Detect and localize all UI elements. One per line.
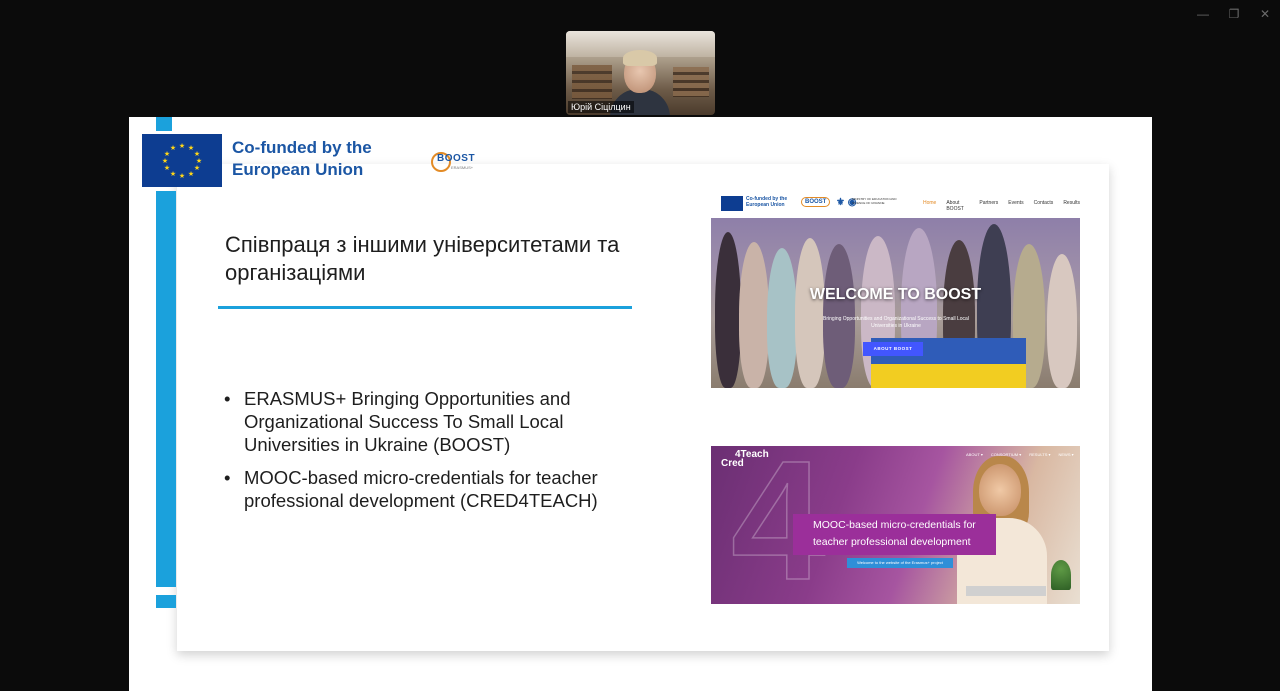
banner-line: teacher professional development	[813, 536, 971, 548]
ukraine-flag-yellow	[871, 364, 1026, 388]
cred4teach-logo: 4Teach Cred	[721, 450, 769, 469]
bullet-item: • ERASMUS+ Bringing Opportunities and Org…	[224, 387, 619, 456]
maximize-button[interactable]: ❐	[1223, 6, 1245, 22]
svg-text:★: ★	[188, 170, 194, 178]
minimize-button[interactable]: —	[1192, 6, 1214, 22]
eu-stars-icon: ★ ★★ ★★★ ★★★ ★★★	[162, 142, 202, 180]
slide-accent-bar-bottom	[156, 595, 176, 608]
bullet-text: ERASMUS+ Bringing Opportunities and Orga…	[244, 388, 571, 455]
menu-item: Contacts	[1033, 200, 1054, 206]
svg-text:★: ★	[170, 144, 176, 152]
logo-line: Cred	[721, 458, 744, 469]
photo-plant	[1051, 560, 1071, 590]
boost-hero-title: WELCOME TO BOOST	[809, 286, 982, 303]
menu-item: Home	[923, 200, 937, 206]
menu-item: Events	[1008, 200, 1024, 206]
ministry-logo-text: MINISTRY OF EDUCATION AND SCIENCE OF UKR…	[852, 197, 897, 205]
svg-text:★: ★	[164, 164, 170, 172]
menu-item: ABOUT ▾	[966, 452, 983, 457]
group-photo-person	[795, 238, 825, 388]
title-underline	[218, 306, 632, 309]
boost-logo-word: BOOST	[437, 153, 476, 164]
cred-site-menu: ABOUT ▾ CONSORTIUM ▾ RESULTS ▾ NEWS ▾	[966, 452, 1074, 457]
boost-site-navbar: Co-funded by the European Union BOOST ⚜ …	[711, 188, 1080, 218]
svg-text:★: ★	[179, 142, 185, 150]
boost-website-screenshot: Co-funded by the European Union BOOST ⚜ …	[711, 188, 1080, 388]
bullet-list: • ERASMUS+ Bringing Opportunities and Org…	[224, 387, 619, 522]
group-photo-person	[767, 248, 797, 388]
svg-text:★: ★	[194, 164, 200, 172]
menu-item: Partners	[979, 200, 999, 206]
bullet-icon: •	[224, 467, 231, 488]
boost-logo-sub: ERASMUS+	[451, 165, 474, 170]
svg-text:★: ★	[170, 170, 176, 178]
cred-welcome-button: Welcome to the website of the Erasmus+ p…	[847, 558, 953, 568]
eu-flag-logo	[721, 196, 743, 211]
banner-line: MOOC-based micro-credentials for	[813, 519, 976, 531]
video-background-shelf	[673, 67, 709, 97]
bullet-item: • MOOC-based micro-credentials for teache…	[224, 466, 619, 512]
cred-hero-banner: MOOC-based micro-credentials for teacher…	[793, 514, 996, 555]
video-background-shelf	[572, 65, 612, 99]
photo-woman-face	[979, 464, 1021, 516]
bullet-icon: •	[224, 388, 231, 409]
menu-item: RESULTS ▾	[1029, 452, 1051, 457]
svg-text:★: ★	[179, 172, 185, 180]
participant-name: Юрій Сіцілцин	[568, 101, 634, 113]
menu-item: About BOOST	[946, 200, 964, 212]
participant-video-tile[interactable]: Юрій Сіцілцин	[566, 31, 715, 115]
menu-item: NEWS ▾	[1058, 452, 1074, 457]
eu-cofunded-text: Co-funded by the European Union	[746, 196, 788, 208]
close-button[interactable]: ✕	[1254, 6, 1276, 22]
boost-hero-subtitle: Bringing Opportunities and Organizationa…	[823, 316, 969, 329]
cred4teach-website-screenshot: 4 4Teach Cred ABOUT ▾ CONSORTIUM ▾ RESUL…	[711, 446, 1080, 604]
svg-text:★: ★	[162, 157, 168, 165]
group-photo-person	[1047, 254, 1077, 388]
group-photo-person	[739, 242, 769, 388]
slide-title: Співпраця з іншими університетами та орг…	[225, 232, 620, 285]
bullet-text: MOOC-based micro-credentials for teacher…	[244, 467, 598, 511]
slide-accent-bar	[156, 191, 176, 587]
group-photo-person	[715, 232, 741, 388]
boost-logo: BOOST	[801, 197, 831, 207]
boost-logo: BOOST ERASMUS+	[431, 151, 483, 173]
boost-hero-image: WELCOME TO BOOST Bringing Opportunities …	[711, 218, 1080, 388]
participant-hair	[623, 50, 657, 66]
menu-item: CONSORTIUM ▾	[990, 452, 1022, 457]
slide-accent-bar-top	[156, 117, 172, 131]
eu-flag-logo: ★ ★ ★ ★ ★ ★ ★ ★ ★ ★ ★ ★	[142, 134, 222, 187]
shared-slide: ★ ★ ★ ★ ★ ★ ★ ★ ★ ★ ★ ★ Co-funded by the Europea…	[129, 117, 1152, 691]
about-boost-button: ABOUT BOOST	[863, 342, 923, 356]
menu-item: Results	[1063, 200, 1080, 206]
meeting-window: — ❐ ✕ Юрій Сіцілцин ★ ★ ★ ★ ★ ★ ★ ★ ★ ★ ★ ★ Co-f…	[0, 0, 1280, 691]
boost-site-menu: Home About BOOST Partners Events Contact…	[923, 200, 1080, 212]
eu-cofunded-text: Co-funded by the European Union	[232, 138, 372, 179]
photo-laptop	[966, 586, 1046, 596]
